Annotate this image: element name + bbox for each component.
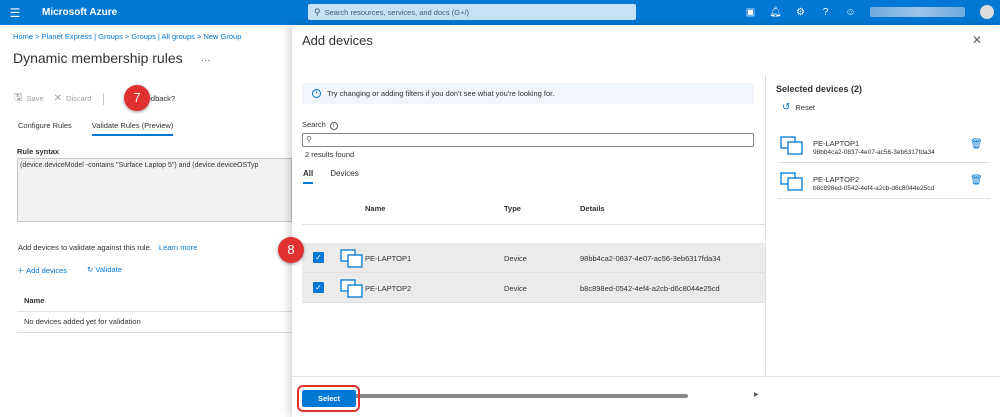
add-devices-label: Add devices [26, 266, 68, 275]
learn-more-link[interactable]: Learn more [159, 243, 197, 252]
select-button[interactable]: Select [302, 390, 356, 407]
save-label: Save [26, 94, 44, 103]
search-label-text: Search [302, 120, 326, 129]
step-marker-8: 8 [278, 237, 304, 263]
laptop-icon [780, 136, 803, 155]
row-type: Device [504, 254, 527, 263]
page-title: Dynamic membership rules ··· [13, 50, 211, 66]
add-devices-hint: Add devices to validate against this rul… [18, 243, 197, 252]
global-search-placeholder: Search resources, services, and docs (G+… [324, 7, 470, 17]
step-marker-7: 7 [124, 85, 150, 111]
laptop-icon [340, 279, 363, 298]
tab-all[interactable]: All [303, 169, 314, 184]
info-icon[interactable]: i [329, 122, 338, 130]
search-icon: ⚲ [306, 135, 312, 144]
gear-icon[interactable]: ⚙ [788, 7, 813, 18]
device-picker: i Try changing or adding filters if you … [292, 75, 765, 398]
validation-table-header: Name [17, 296, 292, 312]
cloud-shell-icon[interactable]: ▣ [738, 7, 763, 18]
table-row[interactable]: ✓ PE-LAPTOP2 Device b8c898ed-0542-4ef4-a… [302, 273, 765, 303]
brand-title[interactable]: Microsoft Azure [42, 7, 297, 18]
selected-devices-title: Selected devices (2) [776, 84, 863, 94]
search-input[interactable]: ⚲ [302, 133, 754, 147]
column-header-name[interactable]: Name [365, 204, 385, 213]
column-header-type[interactable]: Type [504, 204, 521, 213]
row-details: b8c898ed-0542-4ef4-a2cb-d6c8044e25cd [580, 284, 720, 293]
save-icon: 🖫 [14, 92, 23, 103]
selected-device-item: PE-LAPTOP1 98bb4ca2-0837-4e07-ac56-3eb63… [778, 130, 990, 163]
devices-table-header: Name Type Details [302, 201, 765, 225]
add-devices-button[interactable]: ＋ Add devices [17, 265, 77, 276]
discard-button[interactable]: ✕ Discard [54, 93, 92, 104]
divider [103, 92, 105, 105]
hamburger-icon[interactable]: ☰ [0, 6, 30, 20]
row-type: Device [504, 284, 527, 293]
laptop-icon [780, 172, 803, 191]
more-options-icon[interactable]: ··· [201, 55, 211, 66]
validation-empty-row: No devices added yet for validation [17, 317, 292, 333]
selected-device-id: 98bb4ca2-0837-4e07-ac56-3eb6317fda34 [813, 149, 935, 156]
avatar[interactable] [980, 5, 994, 19]
breadcrumb[interactable]: Home > Planet Express | Groups > Groups … [13, 32, 241, 41]
panel-title: Add devices [302, 33, 373, 48]
validation-actions: ＋ Add devices ↻ Validate [17, 265, 142, 276]
row-details: 98bb4ca2-0837-4e07-ac56-3eb6317fda34 [580, 254, 721, 263]
filter-pivots: All Devices [303, 169, 376, 184]
dynamic-membership-page: Home > Planet Express | Groups > Groups … [0, 25, 292, 417]
info-icon: i [312, 89, 321, 98]
reset-button[interactable]: ↺ Reset [782, 102, 815, 113]
row-name: PE-LAPTOP1 [365, 254, 412, 263]
close-icon[interactable]: ✕ [972, 33, 982, 47]
results-count: 2 results found [305, 150, 355, 159]
help-icon[interactable]: ? [813, 7, 838, 18]
info-text: Try changing or adding filters if you do… [327, 89, 555, 98]
feedback-icon[interactable]: ☺ [838, 7, 863, 18]
trash-icon[interactable]: 🗑︎ [970, 175, 983, 186]
rule-tabs: Configure Rules Validate Rules (Preview) [18, 121, 193, 136]
save-button[interactable]: 🖫 Save [14, 90, 44, 107]
row-name: PE-LAPTOP2 [365, 284, 412, 293]
top-bar: ☰ Microsoft Azure ⚲ Search resources, se… [0, 0, 1000, 25]
discard-label: Discard [66, 94, 92, 103]
selected-device-name: PE-LAPTOP1 [813, 139, 860, 148]
rule-syntax-label: Rule syntax [17, 147, 60, 156]
add-devices-hint-text: Add devices to validate against this rul… [18, 243, 152, 252]
bell-icon[interactable]: 🔔︎ [763, 7, 788, 18]
page-title-text: Dynamic membership rules [13, 50, 183, 66]
discard-icon: ✕ [53, 93, 63, 104]
add-devices-panel: Add devices ✕ i Try changing or adding f… [292, 25, 1000, 417]
selected-device-id: b8c898ed-0542-4ef4-a2cb-d6c8044e25cd [813, 185, 935, 192]
search-label: Search i [302, 120, 338, 130]
topbar-icons: ▣ 🔔︎ ⚙ ? ☺ [738, 0, 863, 25]
command-bar: 🖫 Save ✕ Discard feedback? [14, 90, 175, 107]
row-checkbox[interactable]: ✓ [313, 252, 324, 263]
tab-configure-rules[interactable]: Configure Rules [18, 121, 72, 136]
selected-device-item: PE-LAPTOP2 b8c898ed-0542-4ef4-a2cb-d6c80… [778, 166, 990, 199]
selected-devices-pane: Selected devices (2) ↺ Reset PE-LAPTOP1 … [766, 75, 1000, 375]
search-icon: ⚲ [314, 6, 321, 17]
account-name-blurred[interactable] [870, 7, 965, 17]
rule-syntax-box[interactable]: (device.deviceModel -contains "Surface L… [17, 158, 292, 222]
laptop-icon [340, 249, 363, 268]
reset-label: Reset [795, 103, 815, 112]
global-search-input[interactable]: ⚲ Search resources, services, and docs (… [308, 4, 636, 20]
validate-label: Validate [95, 265, 122, 274]
trash-icon[interactable]: 🗑︎ [970, 139, 983, 150]
reset-icon: ↺ [782, 102, 791, 113]
tab-validate-rules[interactable]: Validate Rules (Preview) [91, 121, 174, 136]
selected-device-name: PE-LAPTOP2 [813, 175, 860, 184]
table-row[interactable]: ✓ PE-LAPTOP1 Device 98bb4ca2-0837-4e07-a… [302, 243, 765, 273]
panel-footer: Select [292, 376, 1000, 417]
column-header-details[interactable]: Details [580, 204, 605, 213]
info-bar: i Try changing or adding filters if you … [302, 83, 754, 104]
tab-devices[interactable]: Devices [330, 169, 358, 184]
validate-button[interactable]: ↻ Validate [87, 265, 132, 276]
row-checkbox[interactable]: ✓ [313, 282, 324, 293]
